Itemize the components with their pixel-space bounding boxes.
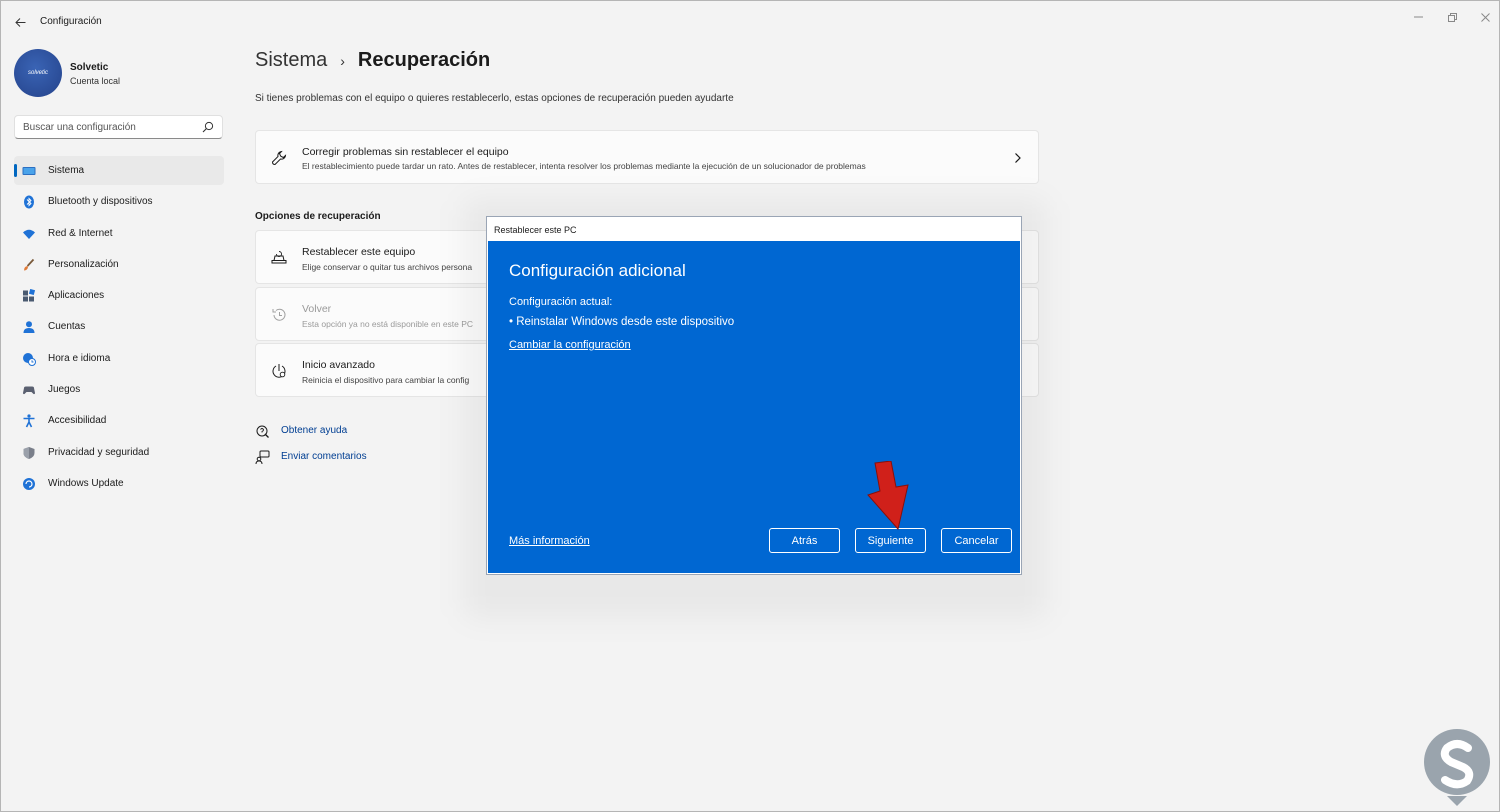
sidebar-item-label: Personalización: [48, 258, 119, 270]
reset-pc-dialog: Restablecer este PC Configuración adicio…: [486, 216, 1022, 575]
card-description: Elige conservar o quitar tus archivos pe…: [302, 262, 473, 272]
user-account-type: Cuenta local: [70, 76, 121, 86]
breadcrumb: Sistema › Recuperación: [255, 49, 490, 72]
sidebar-item-label: Cuentas: [48, 321, 86, 333]
change-settings-link[interactable]: Cambiar la configuración: [509, 339, 631, 351]
close-button[interactable]: [1475, 9, 1495, 25]
globe-clock-icon: [23, 352, 36, 366]
card-title: Restablecer este equipo: [302, 246, 416, 258]
current-settings-label: Configuración actual:: [509, 296, 613, 308]
avatar[interactable]: solvetic: [14, 49, 62, 97]
title-bar: Configuración: [1, 1, 1499, 43]
section-title: Opciones de recuperación: [255, 211, 381, 222]
sidebar-item-label: Aplicaciones: [48, 290, 105, 302]
solvetic-logo: [1424, 729, 1490, 806]
sidebar-nav: Sistema Bluetooth y dispositivos Red & I…: [14, 156, 224, 500]
card-title: Corregir problemas sin restablecer el eq…: [302, 146, 509, 158]
dialog-heading: Configuración adicional: [509, 261, 686, 280]
advanced-startup-icon: [272, 364, 286, 378]
breadcrumb-parent[interactable]: Sistema: [255, 49, 327, 72]
sidebar-item-personalizacion[interactable]: Personalización: [14, 250, 224, 279]
update-icon: [23, 477, 35, 490]
history-icon: [272, 308, 286, 321]
sidebar-item-label: Sistema: [48, 165, 85, 176]
person-icon: [23, 321, 35, 334]
back-button[interactable]: Atrás: [769, 528, 840, 553]
sidebar-item-aplicaciones[interactable]: Aplicaciones: [14, 281, 224, 310]
next-button[interactable]: Siguiente: [855, 528, 926, 553]
restore-button[interactable]: [1442, 9, 1462, 25]
sidebar-item-privacidad[interactable]: Privacidad y seguridad: [14, 438, 224, 467]
page-title: Recuperación: [357, 49, 491, 71]
red-arrow-annotation: [867, 461, 909, 531]
back-arrow-icon: [14, 17, 25, 27]
sidebar-item-label: Bluetooth y dispositivos: [48, 196, 153, 208]
brush-icon: [24, 258, 35, 271]
shield-icon: [23, 446, 35, 459]
settings-window: Configuración solvetic Solvetic Cuenta l…: [0, 0, 1500, 812]
chevron-right-icon: [1015, 153, 1021, 163]
minimize-button[interactable]: [1408, 9, 1428, 25]
sidebar-item-hora-idioma[interactable]: Hora e idioma: [14, 344, 224, 373]
avatar-text: solvetic: [27, 70, 48, 76]
sidebar-item-label: Red & Internet: [48, 227, 113, 239]
restore-icon: [1447, 12, 1457, 22]
card-title: Volver: [302, 303, 332, 315]
sidebar-item-red-internet[interactable]: Red & Internet: [14, 219, 224, 248]
search-box: [14, 115, 223, 139]
sidebar-item-cuentas[interactable]: Cuentas: [14, 312, 224, 341]
sidebar-item-label: Windows Update: [48, 477, 124, 489]
sidebar-item-juegos[interactable]: Juegos: [14, 375, 224, 404]
accessibility-icon: [23, 414, 35, 428]
card-description: Reinicia el dispositivo para cambiar la …: [302, 375, 470, 385]
monitor-icon: [22, 167, 36, 175]
app-title: Configuración: [40, 16, 102, 27]
breadcrumb-separator: ›: [340, 52, 345, 69]
search-icon[interactable]: [202, 121, 214, 133]
reset-pc-icon: [271, 251, 287, 264]
sidebar-item-windows-update[interactable]: Windows Update: [14, 469, 224, 498]
feedback-icon: [255, 450, 270, 465]
dialog-title: Restablecer este PC: [494, 225, 577, 235]
apps-icon: [23, 289, 36, 302]
help-chat-icon: [256, 425, 269, 438]
more-info-link[interactable]: Más información: [509, 535, 590, 547]
sidebar-item-label: Privacidad y seguridad: [48, 446, 150, 458]
card-title: Inicio avanzado: [302, 359, 375, 371]
back-button[interactable]: [9, 11, 31, 33]
send-feedback-label: Enviar comentarios: [281, 451, 367, 462]
sidebar-item-label: Hora e idioma: [48, 352, 111, 364]
sidebar-item-sistema[interactable]: Sistema: [14, 156, 224, 185]
current-setting-item: • Reinstalar Windows desde este disposit…: [509, 316, 735, 328]
sidebar-item-label: Juegos: [48, 384, 81, 396]
get-help-label: Obtener ayuda: [281, 425, 348, 436]
fix-problems-card[interactable]: Corregir problemas sin restablecer el eq…: [255, 130, 1039, 184]
user-name: Solvetic: [70, 62, 109, 73]
wrench-icon: [271, 150, 287, 166]
cancel-button[interactable]: Cancelar: [941, 528, 1012, 553]
sidebar-item-label: Accesibilidad: [48, 415, 107, 427]
close-icon: [1480, 12, 1490, 22]
wifi-icon: [23, 229, 35, 239]
minimize-icon: [1413, 16, 1423, 18]
card-description: Esta opción ya no está disponible en est…: [302, 319, 474, 329]
sidebar-item-accesibilidad[interactable]: Accesibilidad: [14, 406, 224, 435]
gamepad-icon: [23, 386, 35, 395]
search-input[interactable]: [23, 121, 193, 133]
bluetooth-icon: [24, 195, 34, 209]
page-subtitle: Si tienes problemas con el equipo o quie…: [255, 93, 734, 104]
sidebar-item-bluetooth[interactable]: Bluetooth y dispositivos: [14, 187, 224, 216]
card-description: El restablecimiento puede tardar un rato…: [302, 161, 866, 171]
dialog-body: Configuración adicional Configuración ac…: [488, 241, 1020, 573]
